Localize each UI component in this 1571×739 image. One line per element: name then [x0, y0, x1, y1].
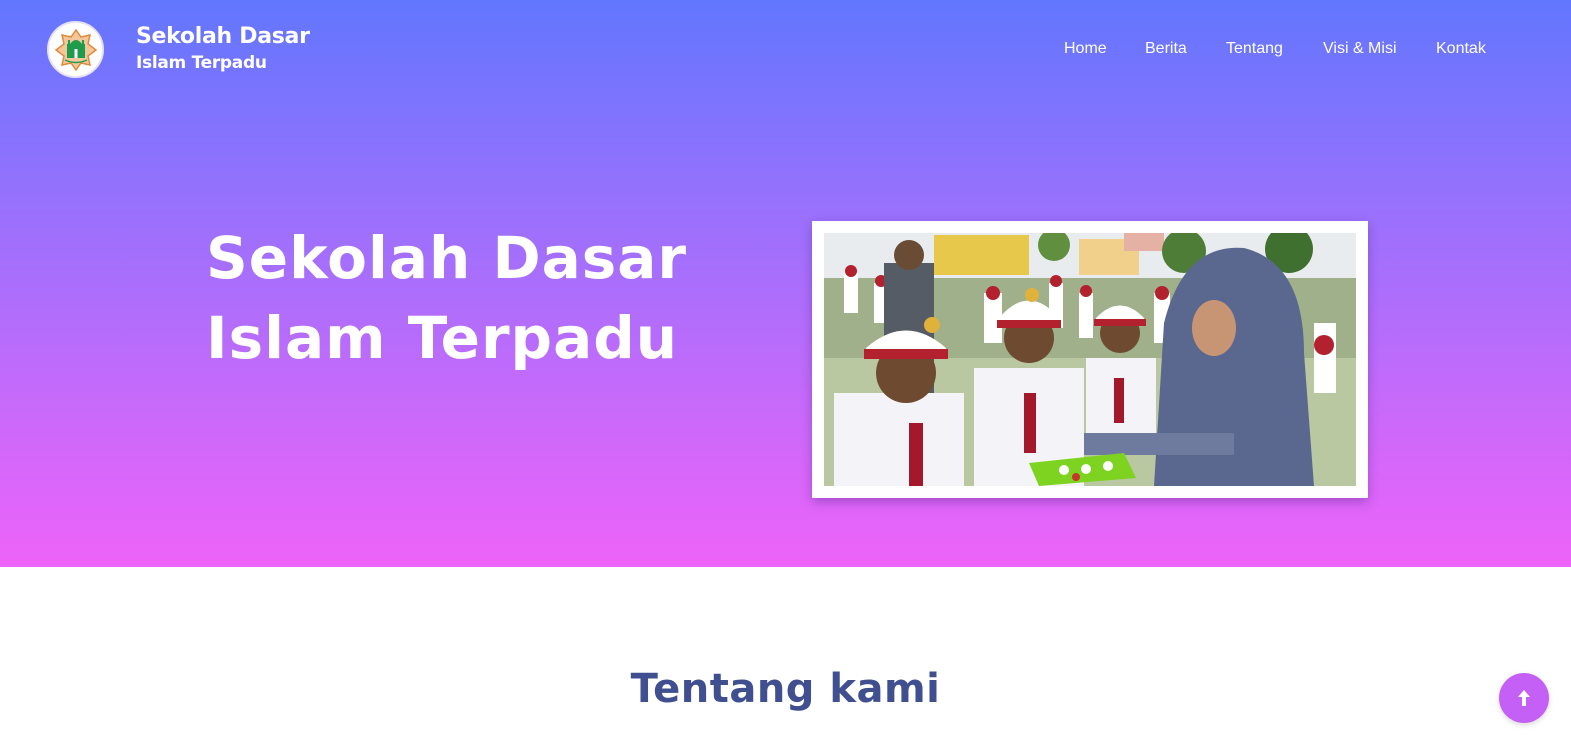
nav-tentang[interactable]: Tentang [1226, 40, 1283, 58]
hero-title: Sekolah Dasar Islam Terpadu [206, 218, 687, 378]
hero-section: Sekolah Dasar Islam Terpadu Home Berita … [0, 0, 1571, 567]
hero-title-line1: Sekolah Dasar [206, 224, 688, 292]
hero-photo-frame [812, 221, 1368, 498]
nav-berita[interactable]: Berita [1145, 40, 1187, 58]
back-to-top-button[interactable] [1499, 673, 1549, 723]
hero-photo [824, 233, 1356, 486]
arrow-up-icon [1518, 690, 1530, 706]
hero-title-line2: Islam Terpadu [206, 304, 679, 372]
about-section-title: Tentang kami [630, 666, 941, 712]
navbar: Sekolah Dasar Islam Terpadu Home Berita … [0, 0, 1571, 100]
nav-kontak[interactable]: Kontak [1436, 40, 1486, 58]
nav-home[interactable]: Home [1064, 40, 1107, 58]
students-photo-illustration [824, 233, 1356, 486]
main-nav: Home Berita Tentang Visi & Misi Kontak [0, 40, 1571, 62]
nav-visi-misi[interactable]: Visi & Misi [1323, 40, 1397, 58]
